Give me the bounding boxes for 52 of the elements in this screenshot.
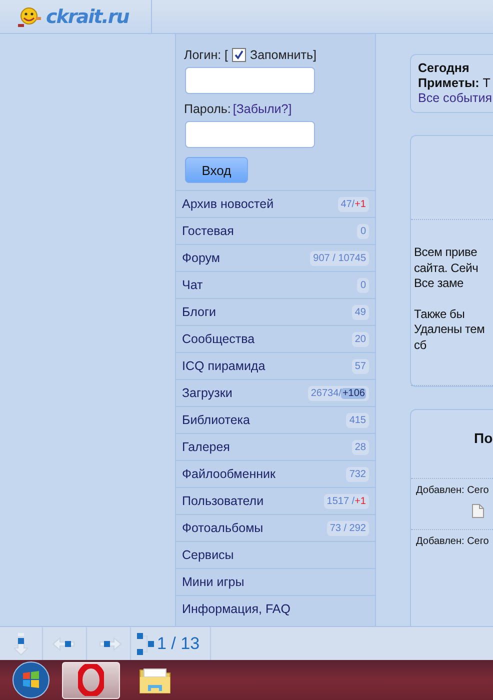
count-badge: 1517 /+1 (324, 494, 369, 508)
login-button[interactable]: Вход (185, 157, 248, 183)
down-arrow-icon[interactable] (14, 632, 28, 656)
nav-menu-item[interactable]: Пользователи 1517 /+1 (176, 487, 375, 514)
page-counter: 1 / 13 (157, 634, 200, 654)
nav-menu-item[interactable]: Файлообменник 732 (176, 460, 375, 487)
nav-menu-item[interactable]: Гостевая 0 (176, 217, 375, 244)
start-orb-icon[interactable] (12, 661, 50, 699)
all-events-link[interactable]: Все события (418, 91, 492, 105)
count-badge: 0 (357, 278, 369, 292)
count-badge: 732 (346, 466, 369, 482)
nav-menu-item[interactable]: Библиотека 415 (176, 406, 375, 433)
nav-menu-item[interactable]: Чат 0 (176, 271, 375, 298)
count-badge: 73 / 292 (326, 520, 369, 536)
nav-menu-item[interactable]: Загрузки 26734/+106 (176, 379, 375, 406)
nav-menu-item[interactable]: Информация, FAQ (176, 595, 375, 622)
count-badge: 28 (352, 440, 369, 454)
count-badge: 907 / 10745 (310, 250, 369, 266)
password-label: Пароль: (184, 102, 231, 116)
today-title: Сегодня (418, 61, 470, 76)
count-badge: 20 (352, 332, 369, 346)
nav-menu-item[interactable]: Фотоальбомы 73 / 292 (176, 514, 375, 541)
omens-text: Приметы: Т (418, 76, 490, 90)
nav-menu-item[interactable]: Галерея 28 (176, 433, 375, 460)
remember-checkbox[interactable] (232, 48, 246, 62)
remember-label: Запомнить] (250, 48, 316, 62)
nav-menu-item[interactable]: Архив новостей 47/+1 (176, 190, 375, 217)
forgot-password-link[interactable]: [Забыли?] (232, 102, 292, 116)
file-icon (472, 504, 484, 518)
nav-menu-item[interactable]: Сообщества 20 (176, 325, 375, 352)
left-arrow-icon[interactable] (52, 636, 78, 650)
password-input[interactable] (185, 121, 315, 148)
login-input[interactable] (185, 67, 315, 94)
added-date-text: Добавлен: Сего (415, 535, 490, 549)
count-badge: 47/+1 (338, 196, 369, 212)
nav-menu-item[interactable]: Сервисы (176, 541, 375, 568)
news-paragraph: Всем приве сайта. Сейч Все заме (414, 245, 480, 292)
count-badge: 26734/+106 (308, 386, 369, 400)
nav-menu-item[interactable]: Форум 907 / 10745 (176, 244, 375, 271)
added-date-text: Добавлен: Сего (415, 484, 490, 498)
nav-menu-item[interactable]: Мини игры (176, 568, 375, 595)
files-title: По (473, 430, 493, 448)
nav-menu-item[interactable]: Блоги 49 (176, 298, 375, 325)
login-label: Логин: [ (184, 48, 228, 62)
count-badge: 49 (352, 304, 369, 320)
nav-menu-item[interactable]: ICQ пирамида 57 (176, 352, 375, 379)
tree-icon[interactable] (136, 632, 154, 656)
opera-icon[interactable] (78, 664, 104, 696)
count-badge: 415 (346, 412, 369, 428)
count-badge: 0 (357, 224, 369, 238)
count-badge: 57 (352, 358, 369, 374)
news-paragraph: Также бы Удалены тем сб (414, 306, 486, 353)
